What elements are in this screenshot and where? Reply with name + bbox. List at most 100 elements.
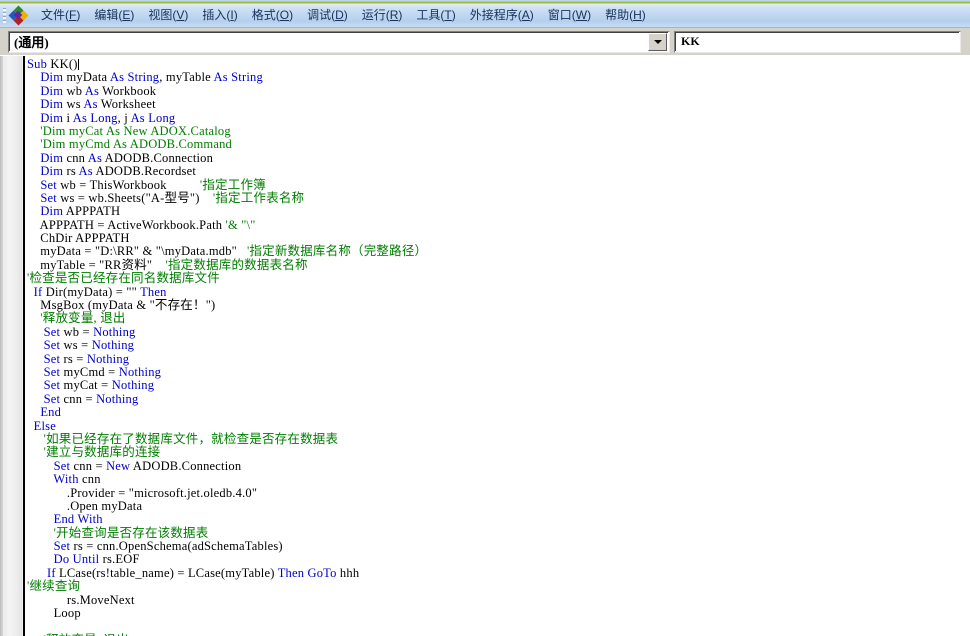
code-line[interactable]: If LCase(rs!table_name) = LCase(myTable)… (27, 565, 970, 580)
menu-view[interactable]: 视图(V) (141, 6, 195, 26)
code-keyword: Sub (27, 57, 48, 71)
menu-file[interactable]: 文件(F) (34, 6, 87, 26)
menu-window[interactable]: 窗口(W) (541, 6, 598, 26)
code-keyword: New (106, 458, 131, 473)
menu-item-label: 编辑( (94, 7, 123, 22)
code-pane[interactable]: Sub KK() Dim myData As String, myTable A… (0, 56, 970, 636)
code-line[interactable]: Dim ws As Worksheet (27, 97, 970, 112)
code-text: MsgBox (myData & "不存在！") (27, 298, 216, 313)
margin-shadow (0, 56, 3, 636)
menu-insert[interactable]: 插入(I) (195, 6, 244, 26)
code-text: ADODB.Recordset (92, 164, 197, 179)
code-keyword: Nothing (86, 351, 130, 366)
code-line[interactable]: Set wb = Nothing (27, 325, 970, 339)
code-line[interactable]: End (27, 405, 970, 419)
menu-item-label-close: ) (398, 7, 403, 22)
code-keyword: Do Until (53, 552, 100, 567)
code-line[interactable]: Set myCat = Nothing (27, 379, 970, 392)
menu-item-label-close: ) (529, 7, 534, 22)
code-line[interactable]: '开始查询是否存在该数据表 (27, 525, 970, 540)
code-text: wb (63, 83, 85, 98)
code-line[interactable]: Set myCmd = Nothing (27, 365, 970, 379)
code-line[interactable]: '检查是否已经存在同名数据库文件 (27, 272, 970, 285)
code-keyword: Dim (40, 97, 64, 112)
code-line[interactable]: If Dir(myData) = "" Then (27, 285, 970, 299)
code-line[interactable]: End With (27, 513, 970, 526)
code-line[interactable]: .Provider = "microsoft.jet.oledb.4.0" (27, 486, 970, 500)
code-line[interactable]: '如果已经存在了数据库文件，就检查是否存在数据表 (27, 432, 970, 446)
menu-item-list: 文件(F) 编辑(E) 视图(V) 插入(I) 格式(O) 调试(D) 运行(R) 工具(T)… (34, 6, 653, 26)
menu-run[interactable]: 运行(R) (355, 6, 410, 26)
code-text-area[interactable]: Sub KK() Dim myData As String, myTable A… (27, 57, 970, 636)
code-keyword: Set (53, 458, 71, 473)
code-line[interactable]: Set ws = wb.Sheets("A-型号") '指定工作表名称 (27, 191, 970, 205)
menu-item-label: 调试( (307, 7, 336, 22)
code-line[interactable]: APPPATH = ActiveWorkbook.Path '& "\" (27, 217, 970, 232)
code-line[interactable]: Dim myData As String, myTable As String (27, 71, 970, 84)
code-comment: '开始查询是否存在该数据表 (27, 525, 209, 540)
menu-item-label: 文件( (41, 7, 69, 22)
margin-indicator-bar[interactable] (0, 56, 23, 636)
object-dropdown[interactable]: (通用) (8, 30, 670, 53)
code-line[interactable]: 'Dim myCmd As ADODB.Command (27, 138, 970, 151)
menu-item-label-close: ) (343, 7, 348, 22)
code-line[interactable]: Else (27, 419, 970, 433)
procedure-dropdown-value: KK (681, 34, 700, 48)
code-comment: '检查是否已经存在同名数据库文件 (27, 271, 220, 286)
code-line[interactable]: Dim APPPATH (27, 205, 970, 218)
menu-item-label: 插入( (202, 7, 231, 22)
code-line[interactable]: 'Dim myCat As New ADOX.Catalog (27, 124, 970, 138)
code-keyword: Then GoTo (277, 565, 337, 580)
code-line[interactable]: myData = "D:\RR" & "\myData.mdb" '指定新数据库… (27, 245, 970, 258)
code-text: APPPATH = ActiveWorkbook.Path (27, 217, 226, 232)
code-line[interactable]: .Open myData (27, 499, 970, 513)
code-keyword: Dim (40, 83, 64, 98)
chevron-down-icon[interactable] (648, 32, 667, 51)
menu-item-label: 外接程序( (469, 7, 522, 22)
menu-bar-grip[interactable] (3, 8, 6, 23)
menu-addins[interactable]: 外接程序(A) (463, 6, 541, 26)
code-line[interactable]: Dim wb As Workbook (27, 83, 970, 98)
menu-item-mnemonic: T (444, 7, 452, 22)
code-text: hhh (336, 565, 360, 580)
code-line[interactable]: Dim rs As ADODB.Recordset (27, 164, 970, 179)
code-line[interactable]: MsgBox (myData & "不存在！") (27, 298, 970, 313)
code-line[interactable]: Set rs = cnn.OpenSchema(adSchemaTables) (27, 539, 970, 553)
code-line[interactable]: Do Until rs.EOF (27, 553, 970, 566)
code-line[interactable]: Sub KK() (27, 57, 970, 71)
code-line[interactable]: '继续查询 (27, 580, 970, 593)
code-keyword: As (83, 97, 98, 112)
code-line[interactable]: Dim cnn As ADODB.Connection (27, 151, 970, 165)
code-line[interactable]: '释放变量, 退出 (27, 312, 970, 325)
code-line[interactable]: Set rs = Nothing (27, 351, 970, 366)
code-keyword: Set (43, 351, 61, 366)
code-keyword: If (46, 565, 56, 580)
code-line[interactable]: With cnn (27, 472, 970, 486)
code-line[interactable]: Set ws = Nothing (27, 339, 970, 352)
code-line[interactable]: Set cnn = Nothing (27, 392, 970, 406)
procedure-dropdown[interactable]: KK (674, 30, 961, 53)
code-line[interactable]: rs.MoveNext (27, 593, 970, 607)
menu-tools[interactable]: 工具(T) (409, 6, 462, 26)
code-text: ChDir APPPATH (27, 231, 130, 246)
menu-edit[interactable]: 编辑(E) (87, 6, 141, 26)
code-line[interactable]: Loop (27, 606, 970, 621)
menu-debug[interactable]: 调试(D) (300, 6, 355, 26)
code-line[interactable]: Set cnn = New ADODB.Connection (27, 458, 970, 473)
code-line[interactable]: '建立与数据库的连接 (27, 446, 970, 459)
code-line[interactable]: Dim i As Long, j As Long (27, 111, 970, 125)
code-line[interactable]: Set wb = ThisWorkbook '指定工作簿 (27, 178, 970, 192)
code-line[interactable] (27, 620, 970, 633)
code-text: Loop (27, 606, 81, 621)
code-comment: 'Dim myCmd As ADODB.Command (27, 137, 232, 152)
menu-format[interactable]: 格式(O) (245, 6, 300, 26)
menu-help[interactable]: 帮助(H) (598, 6, 653, 26)
